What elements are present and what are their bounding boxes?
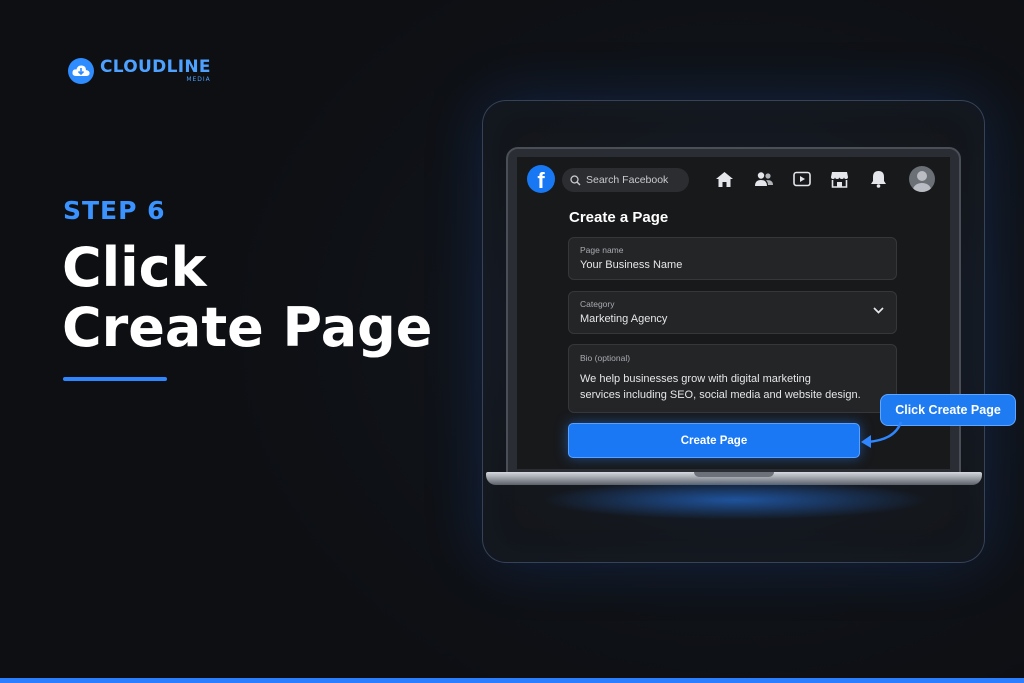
bio-textarea[interactable]: Bio (optional) We help businesses grow w… [568,344,897,413]
curved-arrow-icon [861,421,903,448]
avatar[interactable] [909,166,935,192]
brand-logo: CLOUDLINE MEDIA [68,58,211,84]
page-name-field[interactable]: Page name Your Business Name [568,237,897,280]
page-name-value: Your Business Name [580,259,683,271]
category-select[interactable]: Category Marketing Agency [568,291,897,334]
bell-icon[interactable] [868,169,888,189]
search-icon [570,174,581,185]
title-underline [63,377,167,381]
bio-line-2: services including SEO, social media and… [580,389,861,401]
marketplace-icon[interactable] [829,169,849,189]
step-title-line-2: Create Page [62,296,433,359]
page-name-label: Page name [580,245,624,255]
cloud-icon [68,58,94,84]
category-value: Marketing Agency [580,313,668,325]
step-label: STEP 6 [63,196,166,225]
step-title-line-1: Click [62,236,207,299]
bottom-accent-bar [0,678,1024,683]
form-title: Create a Page [569,209,669,226]
search-input[interactable]: Search Facebook [562,168,689,192]
facebook-logo[interactable]: f [527,165,555,193]
bio-text: We help businesses grow with digital mar… [580,371,861,403]
bio-label: Bio (optional) [580,353,631,363]
category-label: Category [580,299,615,309]
friends-icon[interactable] [754,169,774,189]
brand-name: CLOUDLINE [100,57,211,77]
blue-glow [540,480,930,520]
laptop-notch [694,472,774,477]
search-placeholder: Search Facebook [586,174,669,186]
brand-subtitle: MEDIA [186,76,211,83]
create-page-button[interactable]: Create Page [568,423,860,458]
home-icon[interactable] [714,169,734,189]
watch-icon[interactable] [792,169,812,189]
chevron-down-icon [873,307,884,314]
bio-line-1: We help businesses grow with digital mar… [580,373,811,385]
step-title: Click Create Page [62,238,432,358]
